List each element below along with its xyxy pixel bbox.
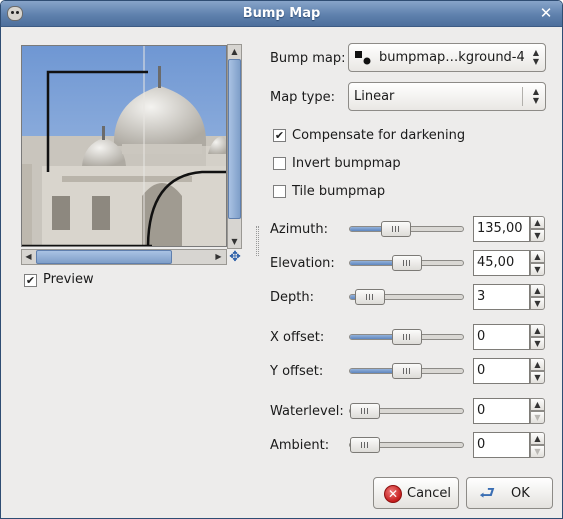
invert-label: Invert bumpmap (292, 156, 401, 171)
bump-map-select[interactable]: bumpmap…kground-4 ▲ ▼ (348, 43, 546, 72)
ok-return-icon: ⮐ (479, 483, 496, 504)
x-offset-label: X offset: (270, 330, 325, 345)
taj-mahal-preview (22, 46, 226, 246)
preview-checkbox[interactable]: ✔ (24, 274, 37, 287)
scroll-right-icon[interactable]: ▶ (212, 250, 225, 264)
ambient-input[interactable]: 0 (473, 432, 530, 458)
scroll-up-icon[interactable]: ▲ (228, 45, 241, 58)
azimuth-input[interactable]: 135,00 (473, 216, 530, 242)
preview-image[interactable] (21, 45, 227, 247)
scroll-down-icon[interactable]: ▼ (228, 235, 241, 248)
elevation-spinner[interactable]: 45,00 ▲ ▼ (473, 250, 545, 276)
ambient-spinner[interactable]: 0 ▲ ▼ (473, 432, 545, 458)
spin-down-icon: ▼ (530, 411, 545, 424)
waterlevel-spinner[interactable]: 0 ▲ ▼ (473, 398, 545, 424)
spin-up-icon[interactable]: ▲ (530, 358, 545, 371)
window-title: Bump Map (242, 6, 321, 21)
bump-map-value: bumpmap…kground-4 (379, 50, 525, 65)
spin-up-icon[interactable]: ▲ (530, 324, 545, 337)
close-icon[interactable]: ✕ (538, 5, 554, 21)
drawable-thumbnail-icon (355, 51, 371, 65)
ok-button[interactable]: ⮐ OK (466, 477, 553, 509)
spin-up-icon[interactable]: ▲ (530, 284, 545, 297)
pane-resize-handle[interactable] (256, 226, 259, 256)
azimuth-slider[interactable] (349, 221, 464, 237)
cancel-icon: ✕ (384, 485, 402, 503)
spin-up-icon[interactable]: ▲ (530, 250, 545, 263)
compensate-checkbox[interactable]: ✔ (273, 129, 286, 142)
slider-handle[interactable] (381, 221, 411, 237)
navigate-icon[interactable]: ✥ (228, 250, 242, 264)
bump-map-label: Bump map: (270, 51, 346, 66)
spin-down-icon[interactable]: ▼ (530, 371, 545, 384)
titlebar[interactable]: Bump Map ✕ (1, 1, 562, 27)
spin-up-icon[interactable]: ▲ (530, 432, 545, 445)
spin-down-icon[interactable]: ▼ (530, 337, 545, 350)
elevation-slider[interactable] (349, 255, 464, 271)
depth-input[interactable]: 3 (473, 284, 530, 310)
spin-down-icon: ▼ (530, 445, 545, 458)
elevation-input[interactable]: 45,00 (473, 250, 530, 276)
combo-updown-icon: ▲ ▼ (532, 48, 539, 66)
spin-up-icon[interactable]: ▲ (530, 398, 545, 411)
cancel-button-label: Cancel (407, 486, 452, 501)
waterlevel-label: Waterlevel: (270, 404, 344, 419)
x-offset-spinner[interactable]: 0 ▲ ▼ (473, 324, 545, 350)
invert-checkbox[interactable] (273, 157, 286, 170)
combo-separator (522, 87, 523, 106)
x-offset-input[interactable]: 0 (473, 324, 530, 350)
preview-label: Preview (43, 272, 94, 287)
slider-handle[interactable] (392, 329, 422, 345)
cancel-button[interactable]: ✕ Cancel (373, 477, 459, 509)
waterlevel-slider[interactable] (349, 403, 464, 419)
preview-horizontal-scrollbar[interactable]: ◀ ▶ (21, 249, 227, 265)
depth-spinner[interactable]: 3 ▲ ▼ (473, 284, 545, 310)
tile-label: Tile bumpmap (292, 184, 386, 199)
combo-updown-icon: ▲ ▼ (532, 87, 539, 105)
spin-down-icon[interactable]: ▼ (530, 229, 545, 242)
compensate-label: Compensate for darkening (292, 128, 466, 143)
ambient-slider[interactable] (349, 437, 464, 453)
elevation-label: Elevation: (270, 256, 335, 271)
map-type-select[interactable]: Linear ▲ ▼ (348, 82, 546, 111)
horizontal-scroll-thumb[interactable] (36, 250, 172, 264)
y-offset-label: Y offset: (270, 364, 324, 379)
y-offset-input[interactable]: 0 (473, 358, 530, 384)
slider-handle[interactable] (392, 255, 422, 271)
ok-button-label: OK (511, 486, 530, 501)
slider-handle[interactable] (350, 437, 380, 453)
preview-vertical-scrollbar[interactable]: ▲ ▼ (227, 44, 242, 249)
map-type-label: Map type: (270, 90, 335, 105)
spin-up-icon[interactable]: ▲ (530, 216, 545, 229)
slider-handle[interactable] (355, 289, 385, 305)
ambient-label: Ambient: (270, 438, 330, 453)
azimuth-label: Azimuth: (270, 222, 328, 237)
y-offset-spinner[interactable]: 0 ▲ ▼ (473, 358, 545, 384)
bump-map-dialog: Bump Map ✕ ▲ ▼ ◀ ▶ ✥ ✔ Preview Bump map:… (0, 0, 563, 519)
waterlevel-input[interactable]: 0 (473, 398, 530, 424)
x-offset-slider[interactable] (349, 329, 464, 345)
depth-label: Depth: (270, 290, 314, 305)
tile-checkbox[interactable] (273, 185, 286, 198)
vertical-scroll-thumb[interactable] (228, 59, 241, 219)
map-type-value: Linear (354, 89, 395, 104)
slider-handle[interactable] (392, 363, 422, 379)
spin-down-icon[interactable]: ▼ (530, 263, 545, 276)
slider-handle[interactable] (350, 403, 380, 419)
depth-slider[interactable] (349, 289, 464, 305)
y-offset-slider[interactable] (349, 363, 464, 379)
scroll-left-icon[interactable]: ◀ (22, 250, 35, 264)
spin-down-icon[interactable]: ▼ (530, 297, 545, 310)
azimuth-spinner[interactable]: 135,00 ▲ ▼ (473, 216, 545, 242)
